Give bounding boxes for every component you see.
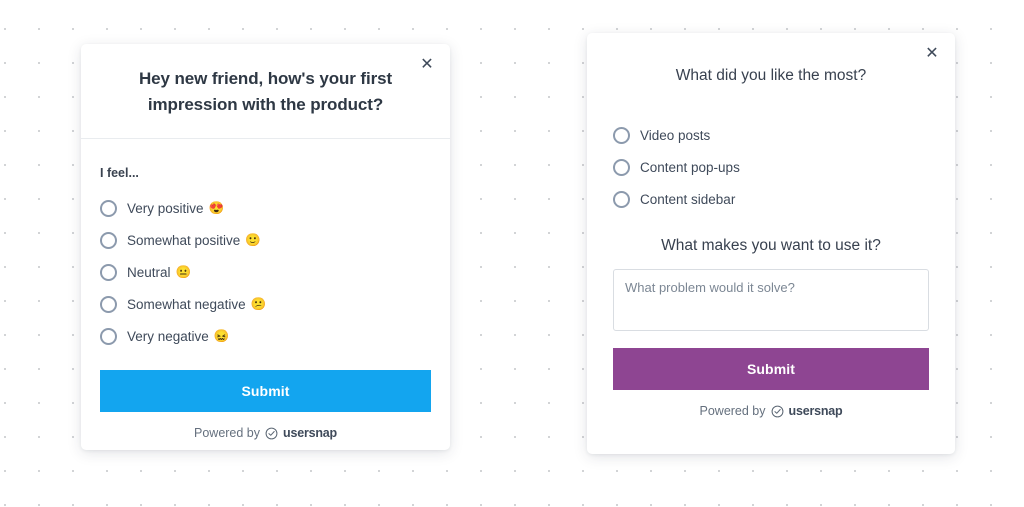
usersnap-wordmark: usersnap — [283, 426, 337, 440]
slight-smile-emoji: 🙂 — [245, 232, 261, 247]
heart-eyes-emoji: 😍 — [208, 200, 225, 215]
radio-option-label: Content pop-ups — [640, 159, 740, 175]
page-title: Hey new friend, how's your first impress… — [138, 69, 393, 114]
powered-by-label: Powered by — [699, 404, 766, 418]
confused-face-emoji: 😕 — [250, 296, 267, 311]
radio-group-liked-most: Video posts Content pop-ups Content side… — [613, 119, 929, 215]
radio-option-somewhat-negative[interactable]: Somewhat negative 😕 — [100, 288, 431, 320]
free-text-input[interactable] — [613, 269, 929, 331]
close-icon[interactable]: ✕ — [919, 41, 945, 67]
radio-group-sentiment: Very positive 😍 Somewhat positive 🙂 Neut… — [100, 192, 431, 352]
section-subtitle: What makes you want to use it? — [661, 237, 881, 254]
panel-body: What did you like the most? Video posts … — [587, 67, 955, 418]
feedback-widget-what-did-you-like: ✕ What did you like the most? Video post… — [587, 33, 955, 454]
close-icon[interactable]: ✕ — [414, 52, 440, 78]
panel-body: I feel... Very positive 😍 Somewhat posit… — [81, 166, 450, 440]
submit-button[interactable]: Submit — [613, 348, 929, 390]
radio-option-video-posts[interactable]: Video posts — [613, 119, 929, 151]
radio-option-label: Neutral — [127, 264, 171, 280]
radio-option-label: Content sidebar — [640, 191, 736, 207]
usersnap-wordmark: usersnap — [788, 404, 843, 418]
radio-circle-icon[interactable] — [100, 263, 117, 281]
radio-circle-icon[interactable] — [100, 295, 117, 313]
radio-option-label: Video posts — [640, 127, 711, 143]
radio-option-content-pop-ups[interactable]: Content pop-ups — [613, 151, 929, 183]
page-title: What did you like the most? — [675, 67, 867, 84]
radio-option-content-sidebar[interactable]: Content sidebar — [613, 183, 929, 215]
distressed-face-emoji: 😖 — [213, 328, 230, 343]
powered-by-footer: Powered by usersnap — [613, 404, 929, 418]
usersnap-check-circle-icon — [771, 405, 784, 418]
feedback-widget-first-impression: ✕ Hey new friend, how's your first impre… — [81, 44, 450, 450]
radio-option-label: Somewhat negative — [127, 296, 246, 312]
radio-circle-icon[interactable] — [100, 199, 117, 217]
radio-option-somewhat-positive[interactable]: Somewhat positive 🙂 — [100, 224, 431, 256]
field-label-i-feel: I feel... — [100, 166, 139, 180]
radio-circle-icon[interactable] — [100, 327, 117, 345]
radio-circle-icon[interactable] — [613, 190, 630, 208]
radio-option-label: Very positive — [127, 200, 204, 216]
radio-option-label: Very negative — [127, 328, 209, 344]
radio-circle-icon[interactable] — [613, 158, 630, 176]
powered-by-label: Powered by — [194, 426, 261, 440]
neutral-face-emoji: 😐 — [175, 264, 192, 279]
panel-header: Hey new friend, how's your first impress… — [81, 44, 450, 139]
usersnap-check-circle-icon — [265, 427, 278, 440]
powered-by-footer: Powered by usersnap — [100, 426, 431, 440]
radio-circle-icon[interactable] — [613, 126, 630, 144]
radio-circle-icon[interactable] — [100, 231, 117, 249]
radio-option-label: Somewhat positive — [127, 232, 241, 248]
radio-option-neutral[interactable]: Neutral 😐 — [100, 256, 431, 288]
radio-option-very-negative[interactable]: Very negative 😖 — [100, 320, 431, 352]
submit-button[interactable]: Submit — [100, 370, 431, 412]
radio-option-very-positive[interactable]: Very positive 😍 — [100, 192, 431, 224]
